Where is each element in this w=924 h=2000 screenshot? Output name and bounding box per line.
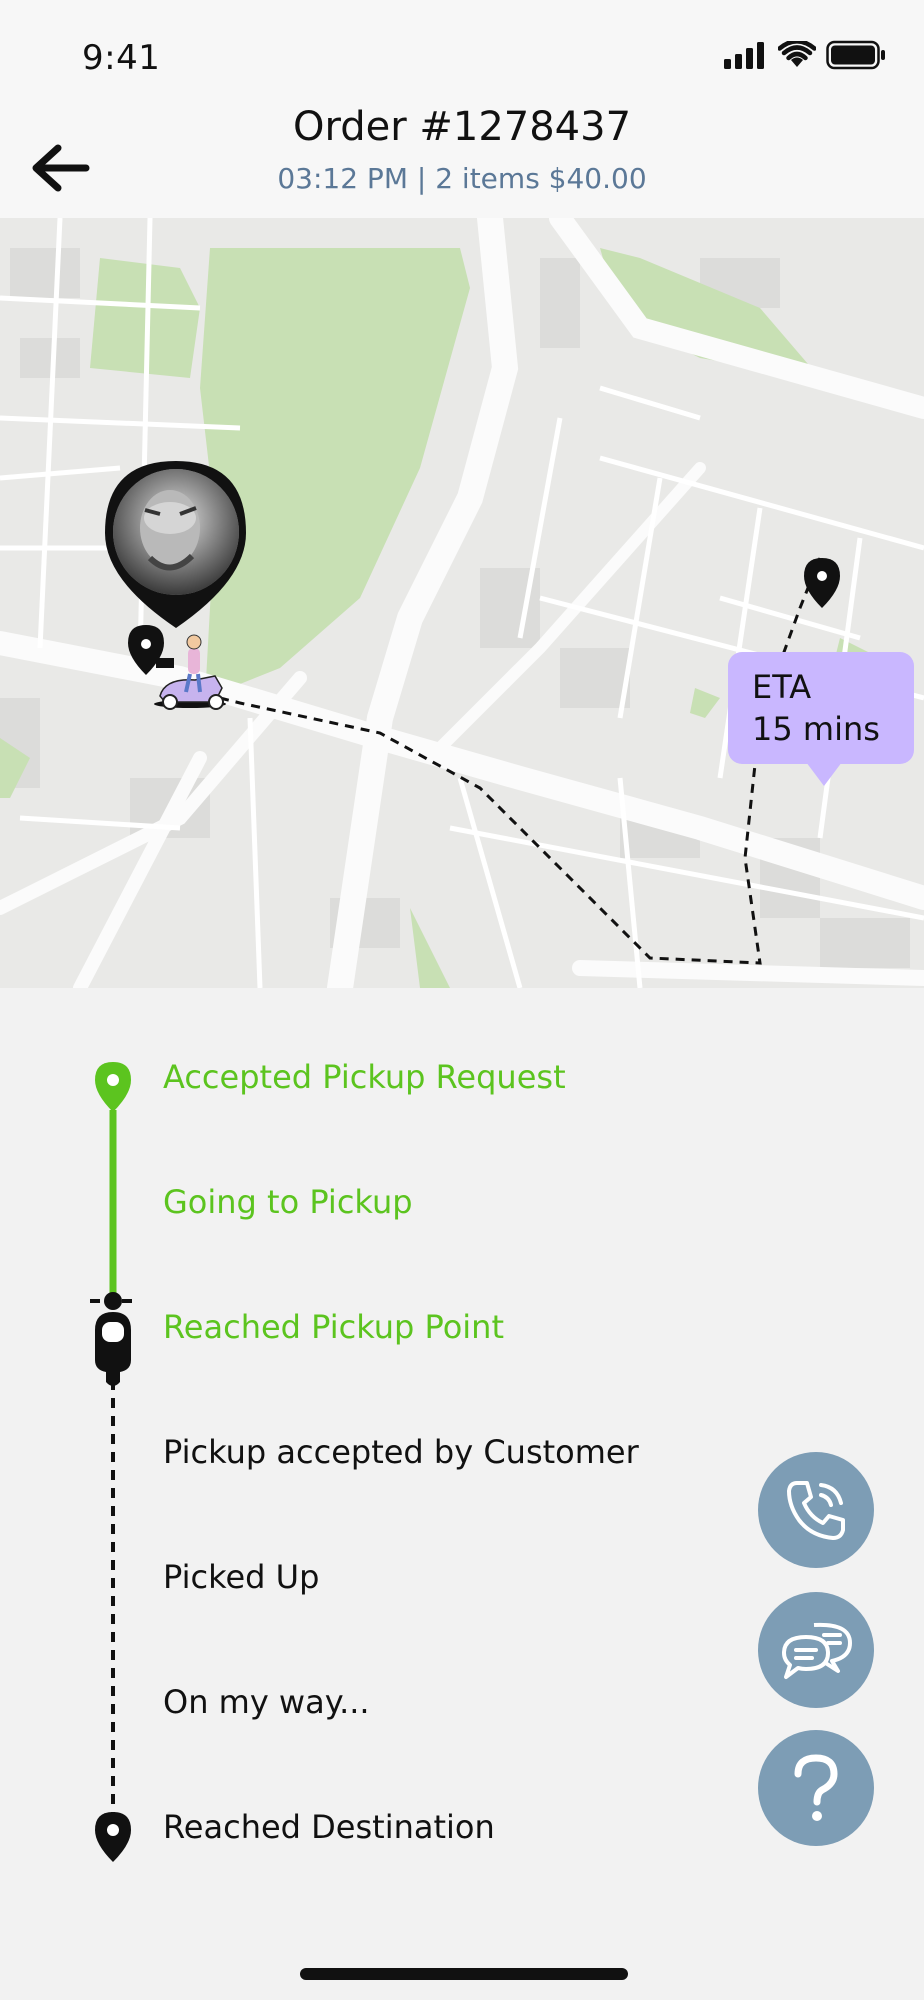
step-on-my-way: On my way... <box>163 1683 370 1721</box>
home-indicator <box>300 1968 628 1980</box>
eta-bubble: ETA 15 mins <box>728 652 914 786</box>
destination-pin-icon <box>95 1812 131 1862</box>
scooter-icon <box>90 1292 136 1386</box>
status-time: 9:41 <box>82 38 161 78</box>
step-reached-pickup: Reached Pickup Point <box>163 1308 504 1346</box>
call-button[interactable] <box>758 1452 874 1568</box>
step-pickup-accepted-customer: Pickup accepted by Customer <box>163 1433 639 1471</box>
order-header: Order #1278437 03:12 PM | 2 items $40.00 <box>0 100 924 218</box>
step-picked-up: Picked Up <box>163 1558 320 1596</box>
page-title: Order #1278437 <box>292 104 632 150</box>
battery-icon <box>826 40 885 70</box>
signal-icon <box>724 42 764 69</box>
status-bar: 9:41 <box>0 0 924 110</box>
status-icons <box>724 40 886 70</box>
order-summary: 03:12 PM | 2 items $40.00 <box>277 162 647 195</box>
step-accepted-pickup: Accepted Pickup Request <box>163 1058 566 1096</box>
phone-icon <box>787 1481 845 1540</box>
help-icon <box>794 1754 838 1821</box>
wifi-icon <box>778 41 816 67</box>
step-reached-destination: Reached Destination <box>163 1808 495 1846</box>
chat-icon <box>782 1622 852 1679</box>
location-pin-icon <box>95 1062 131 1112</box>
chat-button[interactable] <box>758 1592 874 1708</box>
help-button[interactable] <box>758 1730 874 1846</box>
eta-value: 15 mins <box>752 710 880 748</box>
step-going-to-pickup: Going to Pickup <box>163 1183 413 1221</box>
map-view[interactable]: ETA 15 mins <box>0 218 924 988</box>
eta-label: ETA <box>752 668 812 706</box>
map-canvas <box>0 218 924 988</box>
